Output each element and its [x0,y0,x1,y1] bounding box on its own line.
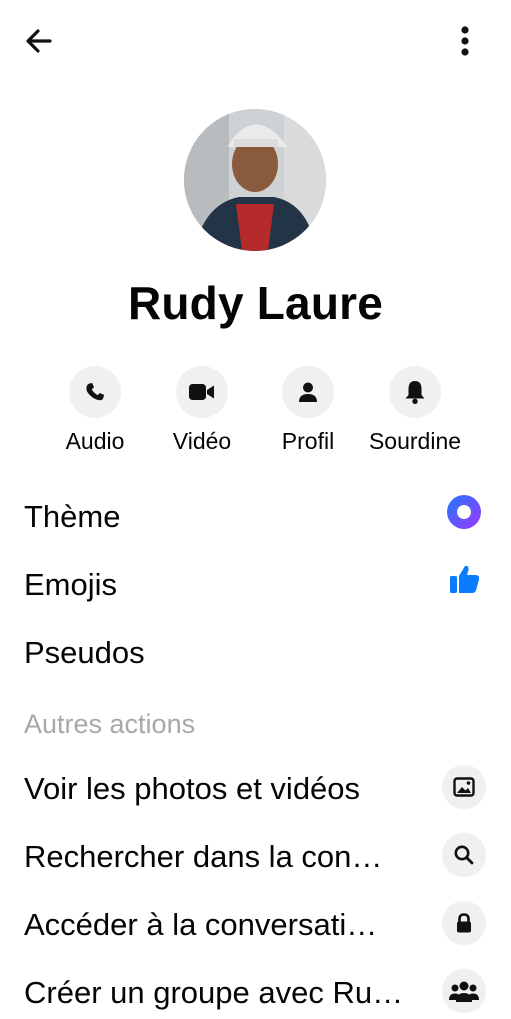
nicknames-label: Pseudos [24,635,145,670]
video-camera-icon [189,384,214,400]
emojis-row[interactable]: Emojis [24,559,494,611]
nicknames-row[interactable]: Pseudos [24,627,494,679]
view-photos-videos-row[interactable]: Voir les photos et vidéos [24,763,494,815]
search-icon [454,845,474,865]
profile-label: Profil [281,428,335,454]
group-icon [449,981,479,1002]
other-actions-heading: Autres actions [24,709,196,739]
profile-name: Rudy Laure [127,277,384,329]
create-group-label: Créer un groupe avec Ru… [24,975,404,1010]
theme-circle-icon [446,494,482,535]
phone-icon [86,383,104,401]
secret-conversation-row[interactable]: Accéder à la conversati… [24,899,494,951]
search-icon-circle [442,833,486,877]
video-call-button[interactable]: Vidéo [142,366,262,455]
mute-label: Sourdine [368,428,462,454]
video-label: Vidéo [172,428,232,454]
create-group-row[interactable]: Créer un groupe avec Ru… [24,967,494,1019]
view-photos-videos-label: Voir les photos et vidéos [24,771,361,806]
search-conversation-row[interactable]: Rechercher dans la con… [24,831,494,883]
theme-row[interactable]: Thème [24,491,494,543]
audio-call-icon-circle [69,366,121,418]
video-call-icon-circle [176,366,228,418]
mute-button[interactable]: Sourdine [355,366,475,455]
audio-label: Audio [65,428,125,454]
person-icon [299,382,317,402]
top-bar [0,0,511,80]
mute-icon-circle [389,366,441,418]
lock-icon-circle [442,901,486,945]
back-button[interactable] [22,24,56,58]
audio-call-button[interactable]: Audio [35,366,155,455]
emojis-label: Emojis [24,567,118,602]
secret-conversation-label: Accéder à la conversati… [24,907,378,942]
theme-label: Thème [24,499,121,534]
arrow-left-icon [26,29,52,53]
search-conversation-label: Rechercher dans la con… [24,839,383,874]
bell-icon [405,381,425,404]
image-icon-circle [442,765,486,809]
avatar[interactable] [184,109,326,251]
image-icon [453,777,475,797]
more-options-button[interactable] [449,22,481,60]
lock-icon [457,913,471,933]
thumbs-up-icon [448,562,482,601]
group-icon-circle [442,969,486,1013]
profile-icon-circle [282,366,334,418]
profile-button[interactable]: Profil [248,366,368,455]
profile-photo [184,109,326,251]
more-vertical-icon [461,26,469,56]
